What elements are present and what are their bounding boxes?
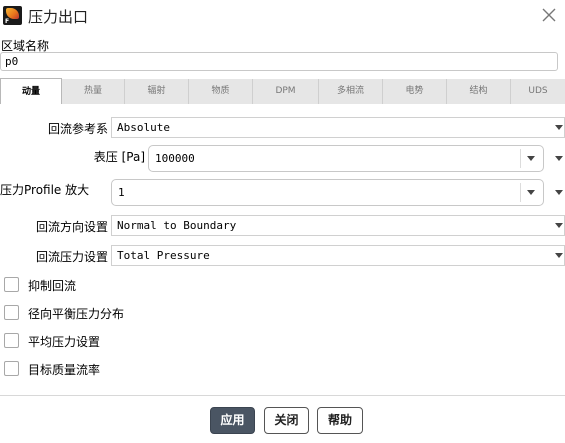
tab-momentum[interactable]: 动量	[0, 78, 62, 104]
zone-name-input[interactable]: p0	[0, 52, 558, 71]
backflow-ref-select[interactable]: Absolute	[111, 117, 565, 138]
tab-multiphase[interactable]: 多相流	[319, 79, 383, 104]
radial-equilibrium-label: 径向平衡压力分布	[28, 307, 125, 321]
backflow-direction-value: Normal to Boundary	[117, 219, 237, 232]
backflow-direction-label: 回流方向设置	[35, 220, 108, 234]
tab-structure[interactable]: 结构	[447, 79, 511, 104]
chevron-down-icon[interactable]	[555, 253, 563, 258]
pressure-profile-value: 1	[118, 186, 125, 199]
backflow-pressure-value: Total Pressure	[117, 249, 210, 262]
tab-radiation[interactable]: 辐射	[125, 79, 189, 104]
chevron-down-icon[interactable]	[555, 190, 563, 195]
field-divider	[520, 183, 521, 202]
title-bar: F 压力出口	[0, 0, 565, 32]
chevron-down-icon[interactable]	[527, 156, 535, 161]
chevron-down-icon[interactable]	[555, 156, 563, 161]
app-icon: F	[3, 6, 22, 25]
backflow-direction-select[interactable]: Normal to Boundary	[111, 215, 565, 236]
average-pressure-checkbox[interactable]	[4, 333, 19, 348]
close-icon[interactable]	[539, 5, 559, 25]
backflow-pressure-label: 回流压力设置	[35, 250, 108, 264]
tab-thermal[interactable]: 热量	[62, 79, 125, 104]
field-divider	[520, 149, 521, 168]
tab-species[interactable]: 物质	[189, 79, 253, 104]
chevron-down-icon[interactable]	[555, 223, 563, 228]
tab-uds[interactable]: UDS	[511, 79, 565, 104]
tab-bar: 动量 热量 辐射 物质 DPM 多相流 电势 结构 UDS	[0, 78, 565, 104]
pressure-profile-label: 压力Profile 放大	[0, 183, 90, 197]
chevron-down-icon[interactable]	[527, 190, 535, 195]
momentum-panel: 回流参考系 Absolute 表压 [Pa] 100000 压力Profile …	[0, 105, 565, 395]
close-button[interactable]: 关闭	[264, 407, 309, 434]
suppress-backflow-label: 抑制回流	[28, 279, 77, 293]
backflow-pressure-select[interactable]: Total Pressure	[111, 245, 565, 266]
pressure-profile-field[interactable]: 1	[111, 179, 544, 206]
backflow-ref-label: 回流参考系	[47, 122, 108, 136]
help-button[interactable]: 帮助	[317, 407, 363, 434]
average-pressure-label: 平均压力设置	[28, 335, 101, 349]
chevron-down-icon[interactable]	[555, 125, 563, 130]
tab-dpm[interactable]: DPM	[253, 79, 319, 104]
gauge-pressure-value: 100000	[155, 152, 195, 165]
backflow-ref-value: Absolute	[117, 121, 170, 134]
gauge-pressure-label: 表压 [Pa]	[93, 150, 145, 164]
window-title: 压力出口	[28, 8, 89, 26]
tab-potential[interactable]: 电势	[383, 79, 447, 104]
apply-button[interactable]: 应用	[210, 407, 255, 434]
target-mass-flow-checkbox[interactable]	[4, 361, 19, 376]
footer-divider	[0, 395, 565, 396]
suppress-backflow-checkbox[interactable]	[4, 277, 19, 292]
app-icon-letter: F	[5, 18, 10, 25]
target-mass-flow-label: 目标质量流率	[28, 363, 101, 377]
radial-equilibrium-checkbox[interactable]	[4, 305, 19, 320]
gauge-pressure-field[interactable]: 100000	[148, 145, 544, 172]
